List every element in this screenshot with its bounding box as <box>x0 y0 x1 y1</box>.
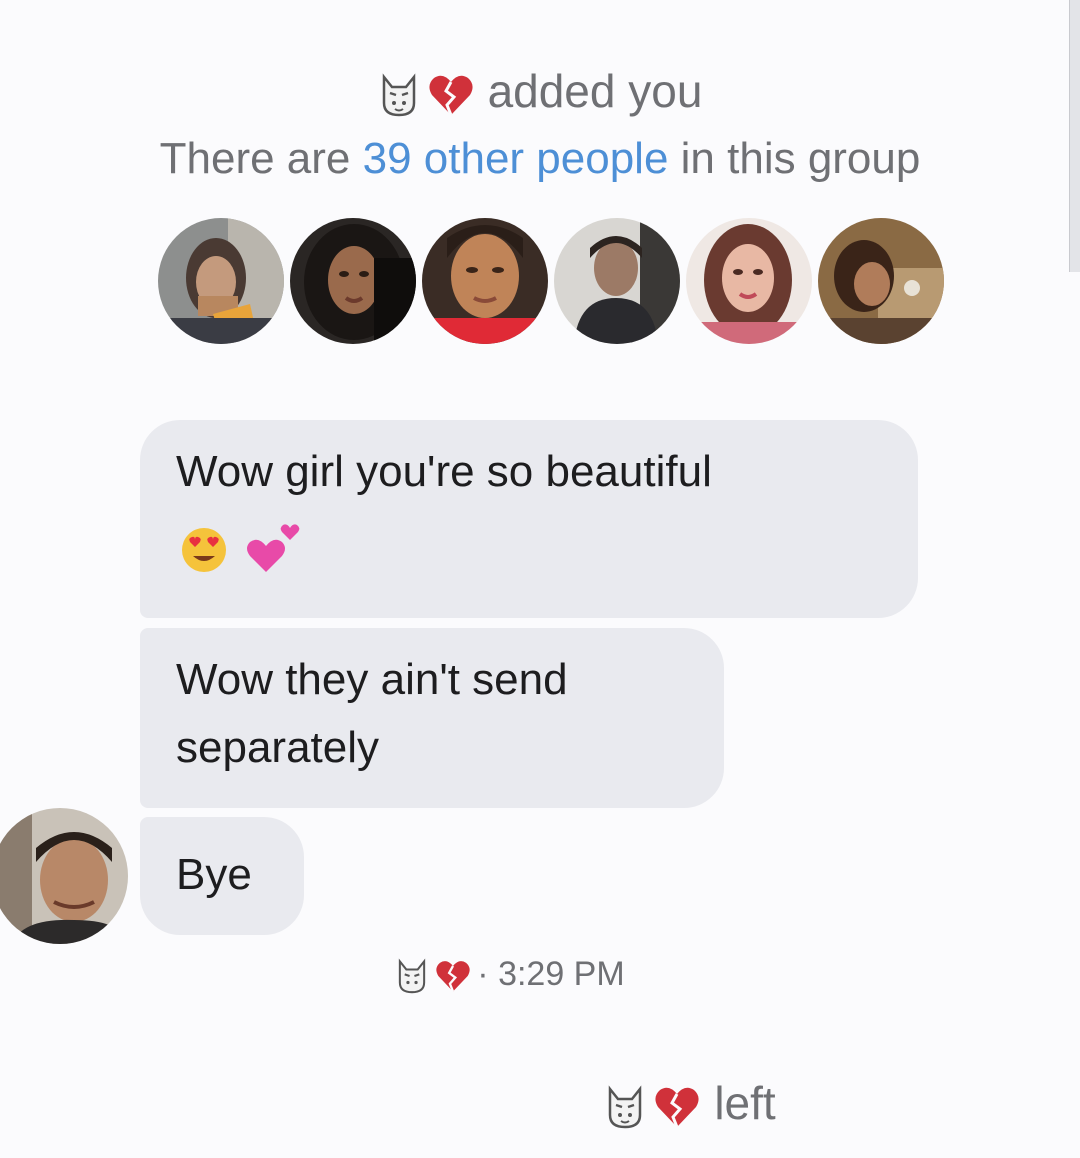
member-avatar-photo-3 <box>422 218 548 344</box>
group-count-prefix: There are <box>159 134 363 183</box>
member-avatar-photo-4 <box>554 218 680 344</box>
group-member-avatars <box>158 218 948 348</box>
two-hearts-emoji-icon <box>247 524 300 573</box>
member-avatar-4[interactable] <box>554 218 680 344</box>
message-bubble-1[interactable]: Wow girl you're so beautiful <box>140 420 918 618</box>
other-people-link[interactable]: 39 other people <box>363 134 669 183</box>
broken-heart-icon <box>428 75 473 116</box>
group-count-notice: There are 39 other people in this group <box>0 134 1080 184</box>
member-avatar-1[interactable] <box>158 218 284 344</box>
left-text: left <box>714 1077 776 1129</box>
message-text-1: Wow girl you're so beautiful <box>176 447 712 496</box>
member-avatar-photo-1 <box>158 218 284 344</box>
group-count-suffix: in this group <box>668 134 921 183</box>
heart-eyes-emoji-icon <box>182 528 226 573</box>
member-avatar-3[interactable] <box>422 218 548 344</box>
member-avatar-6[interactable] <box>818 218 944 344</box>
message-bubble-2[interactable]: Wow they ain't send separately <box>140 628 724 808</box>
broken-heart-icon <box>436 961 470 992</box>
message-text-2: Wow they ain't send separately <box>176 655 568 772</box>
member-avatar-photo-6 <box>818 218 944 344</box>
message-text-3: Bye <box>176 850 252 899</box>
member-avatar-photo-5 <box>686 218 812 344</box>
member-avatar-2[interactable] <box>290 218 416 344</box>
left-group-notice: left <box>0 1076 1080 1130</box>
message-emojis-1 <box>176 512 882 574</box>
cat-mask-icon <box>609 1085 642 1129</box>
broken-heart-icon <box>655 1087 699 1128</box>
member-avatar-photo-2 <box>290 218 416 344</box>
cat-mask-icon <box>399 958 426 994</box>
sender-avatar[interactable] <box>0 808 128 944</box>
added-you-text: added you <box>487 65 703 117</box>
message-bubble-3[interactable]: Bye <box>140 817 304 935</box>
read-receipt: · 3:29 PM <box>0 955 1020 994</box>
sender-avatar-photo <box>0 808 128 944</box>
member-avatar-5[interactable] <box>686 218 812 344</box>
message-timestamp: · 3:29 PM <box>477 955 625 993</box>
group-chat-screen: added you There are 39 other people in t… <box>0 0 1080 1158</box>
cat-mask-icon <box>382 73 415 117</box>
added-you-notice: added you <box>0 64 1080 118</box>
